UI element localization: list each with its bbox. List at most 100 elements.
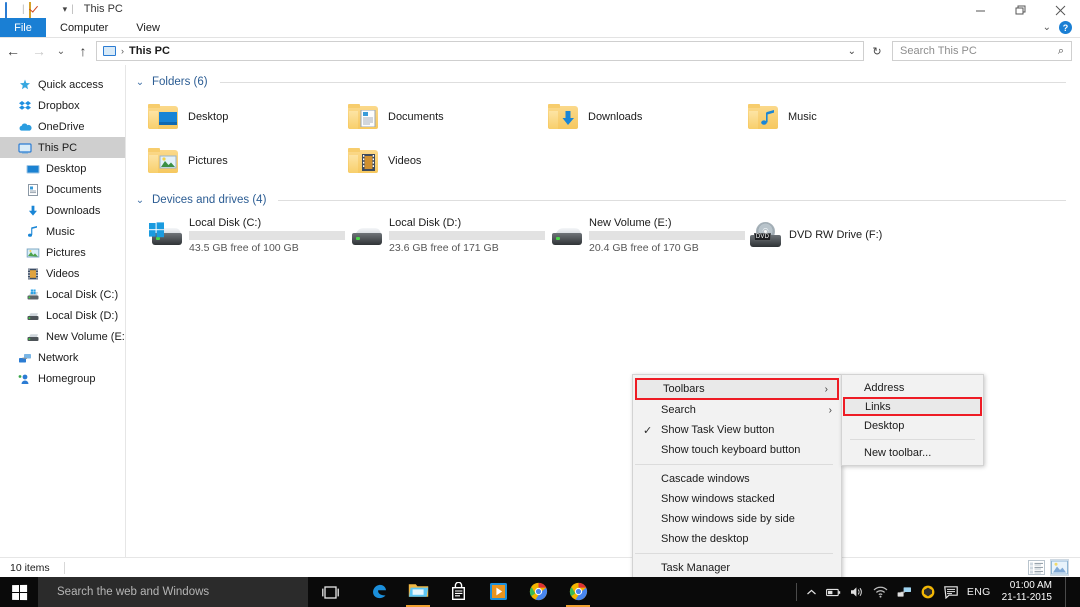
volume-icon[interactable] [850, 586, 864, 598]
sidebar-item-dropbox[interactable]: Dropbox [0, 95, 125, 116]
address-field[interactable]: › This PC ⌄ [96, 41, 864, 61]
sidebar-item-this-pc[interactable]: This PC [0, 137, 125, 158]
file-explorer-icon[interactable] [398, 577, 438, 607]
group-header-folders[interactable]: ⌄ Folders (6) [134, 71, 1080, 93]
chevron-down-icon[interactable]: ⌄ [1043, 22, 1051, 33]
list-item[interactable]: Pictures [148, 139, 348, 183]
clock[interactable]: 01:00 AM 21-11-2015 [1000, 580, 1052, 605]
submenu-item-new-toolbar[interactable]: New toolbar... [842, 443, 983, 462]
list-item[interactable]: Documents [348, 95, 548, 139]
battery-icon[interactable] [826, 587, 841, 598]
large-icons-view-icon[interactable] [1051, 560, 1068, 575]
movies-tv-icon[interactable] [478, 577, 518, 607]
sidebar-item-quick-access[interactable]: Quick access [0, 74, 125, 95]
edge-icon[interactable] [358, 577, 398, 607]
drive-icon [548, 222, 582, 248]
sidebar-item-label: Pictures [46, 247, 86, 259]
list-item[interactable]: Local Disk (C:) 43.5 GB free of 100 GB [148, 213, 348, 257]
sidebar-item-downloads[interactable]: Downloads [0, 200, 125, 221]
checkmark-icon[interactable] [29, 3, 42, 16]
up-button[interactable]: ↑ [70, 39, 96, 63]
sidebar-item-music[interactable]: Music [0, 221, 125, 242]
chevron-down-icon[interactable]: ▾ [63, 4, 68, 15]
sidebar-item-desktop[interactable]: Desktop [0, 158, 125, 179]
tab-view[interactable]: View [122, 18, 174, 37]
sidebar-item-network[interactable]: Network [0, 347, 125, 368]
submenu-item-desktop[interactable]: Desktop [842, 416, 983, 435]
sidebar-item-local-disk-c[interactable]: Local Disk (C:) [0, 284, 125, 305]
submenu-item-label: Address [864, 382, 904, 394]
menu-item-show-task-view-button[interactable]: ✓ Show Task View button [633, 420, 841, 440]
list-item[interactable]: DVD DVD RW Drive (F:) [748, 213, 948, 257]
forward-button[interactable]: → [26, 39, 52, 63]
menu-item-show-windows-stacked[interactable]: Show windows stacked [633, 489, 841, 509]
explorer-body: Quick access Dropbox OneDrive [0, 65, 1080, 557]
shield-icon[interactable] [921, 585, 935, 599]
recent-locations-button[interactable]: ⌄ [52, 39, 70, 63]
chrome-icon[interactable] [518, 577, 558, 607]
language-indicator[interactable]: ENG [967, 586, 991, 598]
start-button[interactable] [0, 577, 38, 607]
chrome-icon[interactable] [558, 577, 598, 607]
tab-file[interactable]: File [0, 18, 46, 37]
submenu-item-address[interactable]: Address [842, 378, 983, 397]
blank-icon[interactable] [46, 3, 59, 16]
menu-item-show-touch-keyboard-button[interactable]: Show touch keyboard button [633, 440, 841, 460]
sidebar-item-documents[interactable]: Documents [0, 179, 125, 200]
menu-item-task-manager[interactable]: Task Manager [633, 558, 841, 578]
sidebar-item-local-disk-d[interactable]: Local Disk (D:) [0, 305, 125, 326]
close-button[interactable] [1040, 0, 1080, 20]
network-icon[interactable] [897, 586, 912, 598]
restore-button[interactable] [1000, 0, 1040, 20]
drive-windows-icon [26, 288, 40, 302]
folder-videos-icon [348, 148, 380, 175]
sidebar-item-homegroup[interactable]: Homegroup [0, 368, 125, 389]
action-center-icon[interactable] [944, 586, 958, 599]
list-item[interactable]: New Volume (E:) 20.4 GB free of 170 GB [548, 213, 748, 257]
help-icon[interactable]: ? [1059, 21, 1072, 34]
list-item[interactable]: Desktop [148, 95, 348, 139]
menu-item-label: Show the desktop [661, 533, 748, 545]
submenu-item-links[interactable]: Links [843, 397, 982, 416]
address-bar: ← → ⌄ ↑ › This PC ⌄ ↻ Search This PC ⌕ [0, 39, 1080, 63]
search-input[interactable]: Search This PC ⌕ [892, 41, 1072, 61]
minimize-button[interactable] [960, 0, 1000, 20]
list-item[interactable]: Videos [348, 139, 548, 183]
magnifier-icon[interactable]: ⌕ [1058, 45, 1071, 58]
taskbar-search-input[interactable]: Search the web and Windows [38, 577, 308, 607]
breadcrumb[interactable]: This PC [129, 45, 170, 57]
sidebar-item-label: Music [46, 226, 75, 238]
show-desktop-button[interactable] [1065, 577, 1072, 607]
menu-item-show-windows-side-by-side[interactable]: Show windows side by side [633, 509, 841, 529]
list-item[interactable]: Music [748, 95, 948, 139]
quick-access-toolbar: | ▾ | This PC [0, 3, 123, 16]
sidebar-item-pictures[interactable]: Pictures [0, 242, 125, 263]
back-button[interactable]: ← [0, 39, 26, 63]
menu-item-search[interactable]: Search › [633, 400, 841, 420]
list-item[interactable]: Local Disk (D:) 23.6 GB free of 171 GB [348, 213, 548, 257]
chevron-down-icon[interactable]: ⌄ [134, 195, 146, 206]
sidebar-item-videos[interactable]: Videos [0, 263, 125, 284]
chevron-up-icon[interactable] [806, 588, 817, 597]
sidebar-item-onedrive[interactable]: OneDrive [0, 116, 125, 137]
tab-computer[interactable]: Computer [46, 18, 122, 37]
sidebar-item-new-volume-e[interactable]: New Volume (E:) [0, 326, 125, 347]
details-view-icon[interactable] [1028, 560, 1045, 575]
menu-item-show-the-desktop[interactable]: Show the desktop [633, 529, 841, 549]
refresh-button[interactable]: ↻ [868, 39, 886, 63]
chevron-down-icon[interactable]: ⌄ [134, 77, 146, 88]
store-icon[interactable] [438, 577, 478, 607]
file-list-pane[interactable]: ⌄ Folders (6) Desktop [126, 65, 1080, 557]
chevron-right-icon: › [825, 384, 828, 395]
group-header-devices[interactable]: ⌄ Devices and drives (4) [134, 189, 1080, 211]
list-item[interactable]: Downloads [548, 95, 748, 139]
menu-item-toolbars[interactable]: Toolbars › [635, 378, 839, 400]
pc-icon[interactable] [5, 3, 18, 16]
taskbar-context-menu: Toolbars › Search › ✓ Show Task View but… [632, 374, 842, 607]
drive-icon [26, 330, 40, 344]
task-view-button[interactable] [308, 577, 352, 607]
wifi-icon[interactable] [873, 586, 888, 598]
menu-item-cascade-windows[interactable]: Cascade windows [633, 469, 841, 489]
taskbar: Search the web and Windows [0, 577, 1080, 607]
chevron-down-icon[interactable]: ⌄ [848, 46, 863, 57]
